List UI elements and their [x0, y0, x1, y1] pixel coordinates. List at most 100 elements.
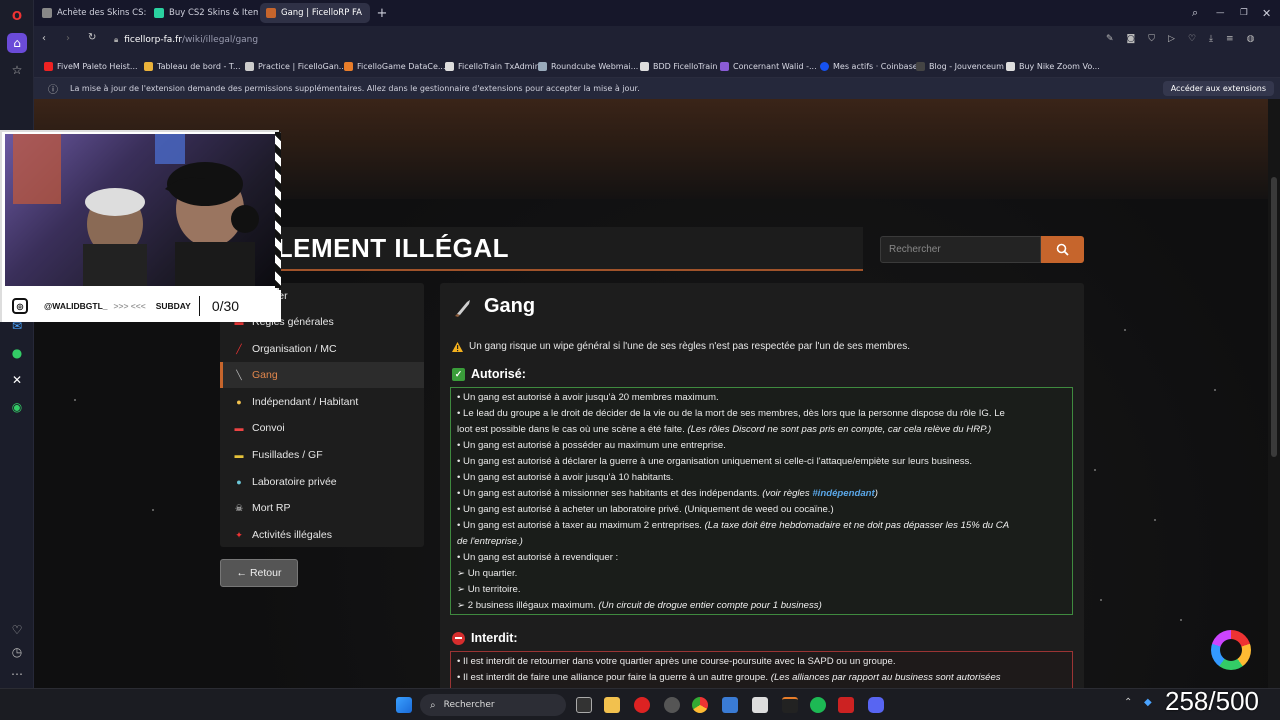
bookmark-label: Practice | FicelloGan... — [258, 61, 347, 71]
sidebar-item-fusillades[interactable]: ▬ Fusillades / GF — [220, 442, 424, 468]
sidebar-item-label: Convoi — [252, 422, 285, 434]
sidebar-item-mort-rp[interactable]: ☠ Mort RP — [220, 495, 424, 521]
heart-outline-icon[interactable]: ♡ — [1188, 34, 1196, 44]
history-icon[interactable]: ◷ — [7, 642, 27, 662]
spotify-icon[interactable]: ◉ — [7, 397, 27, 417]
allowed-rule-line: • Un gang est autorisé à déclarer la gue… — [457, 454, 1066, 470]
rule-note: de l'entreprise.) — [457, 536, 523, 547]
app-icon[interactable] — [838, 697, 854, 713]
app-icon[interactable] — [752, 697, 768, 713]
streamers-image — [13, 134, 259, 286]
bookmark-item[interactable]: Practice | FicelloGan... — [245, 59, 346, 73]
rule-link[interactable]: #indépendant — [812, 488, 874, 499]
back-nav-icon[interactable]: ‹ — [42, 33, 46, 44]
bookmark-item[interactable]: Roundcube Webmai... — [538, 59, 638, 73]
close-window-icon[interactable]: ✕ — [1256, 3, 1276, 23]
rule-note: (Les alliances par rapport au business s… — [770, 672, 1001, 683]
bookmark-item[interactable]: Mes actifs · Coinbase — [820, 59, 918, 73]
tab-gang-ficellorp[interactable]: Gang | FicelloRP FA × — [260, 3, 370, 23]
follower-counter: 258/500 — [1165, 686, 1259, 716]
rule-text: • Un gang est autorisé à déclarer la gue… — [457, 456, 973, 467]
file-explorer-icon[interactable] — [604, 697, 620, 713]
page-scrollbar[interactable] — [1268, 99, 1280, 688]
discord-icon[interactable] — [868, 697, 884, 713]
forbidden-section-title: Interdit: — [452, 631, 518, 645]
heart-icon[interactable]: ♡ — [7, 620, 27, 640]
bookmark-label: Buy Nike Zoom Vo... — [1019, 61, 1100, 71]
rule-text: ➢ Un quartier. — [457, 568, 518, 579]
sidebar-item-laboratoire[interactable]: ● Laboratoire privée — [220, 469, 424, 495]
webcam-handle: @WALIDBGTL_ — [44, 301, 108, 311]
restore-icon[interactable]: ❐ — [1234, 3, 1254, 23]
sidebar-item-label: Mort RP — [252, 502, 291, 514]
search-button[interactable] — [1041, 236, 1084, 263]
page-title: GLEMENT ILLÉGAL — [256, 233, 510, 263]
back-button[interactable]: ← Retour — [220, 559, 298, 587]
x-icon[interactable]: ✕ — [7, 370, 27, 390]
rule-note: (Un circuit de drogue entier compte pour… — [598, 600, 822, 611]
menu-icon[interactable]: ≡ — [1226, 34, 1234, 44]
windows-start-icon[interactable] — [396, 697, 412, 713]
search-tabs-icon[interactable]: ⌕ — [1186, 3, 1206, 23]
allowed-rule-line: • Un gang est autorisé à avoir jusqu'à 1… — [457, 470, 1066, 486]
download-icon[interactable]: ⤓ — [1209, 34, 1213, 44]
app-icon[interactable] — [722, 697, 738, 713]
sidebar-item-activites-illegales[interactable]: ✦ Activités illégales — [220, 522, 424, 548]
bookmark-item[interactable]: FiveM Paleto Heist... — [44, 59, 138, 73]
sidebar-item-label: Fusillades / GF — [252, 449, 323, 461]
tab-skins-csgo[interactable]: Achète des Skins CS:GO/C — [36, 3, 146, 23]
obs-icon[interactable] — [664, 697, 680, 713]
home-icon[interactable]: ⌂ — [7, 33, 27, 53]
camera-icon[interactable]: ◙ — [1127, 34, 1136, 44]
forbidden-rule-line: • Il est interdit de faire une alliance … — [457, 670, 1066, 686]
tab-cs2-skins[interactable]: Buy CS2 Skins & Items Sk — [148, 3, 258, 23]
reload-icon[interactable]: ↻ — [88, 32, 96, 43]
sidebar-item-convoi[interactable]: ▬ Convoi — [220, 415, 424, 441]
sidebar-item-gang[interactable]: ╲ Gang — [220, 362, 424, 388]
tray-app-icon[interactable]: ◆ — [1144, 697, 1152, 708]
sidebar-item-independant[interactable]: ● Indépendant / Habitant — [220, 389, 424, 415]
opera-logo-icon[interactable]: O — [7, 6, 27, 26]
tray-chevron-icon[interactable]: ⌃ — [1124, 697, 1132, 708]
bookmark-item[interactable]: FicelloTrain TxAdmin — [445, 59, 540, 73]
info-icon: ⓘ — [48, 85, 58, 96]
webcam-video — [5, 134, 278, 286]
whatsapp-icon[interactable]: ● — [7, 343, 27, 363]
shield-icon[interactable]: ⛉ — [1148, 34, 1155, 44]
more-icon[interactable]: ⋯ — [7, 664, 27, 684]
spotify-taskbar-icon[interactable] — [810, 697, 826, 713]
opera-taskbar-icon[interactable] — [634, 697, 650, 713]
bookmark-item[interactable]: FicelloGame DataCe... — [344, 59, 446, 73]
bookmark-item[interactable]: Tableau de bord - T... — [144, 59, 240, 73]
play-icon[interactable]: ▷ — [1168, 34, 1175, 44]
sidebar-item-organisation-mc[interactable]: ╱ Organisation / MC — [220, 336, 424, 362]
allowed-rule-line: • Un gang est autorisé à avoir jusqu'à 2… — [457, 390, 1066, 406]
bookmark-item[interactable]: Buy Nike Zoom Vo... — [1006, 59, 1100, 73]
minimize-icon[interactable]: — — [1210, 3, 1230, 23]
scrollbar-thumb[interactable] — [1271, 177, 1277, 457]
warning-line: Un gang risque un wipe général si l'une … — [452, 341, 910, 352]
no-entry-icon — [452, 631, 465, 645]
url-field[interactable]: 🔒︎ ficellorp-fa.fr/wiki/illegal/gang — [104, 30, 1134, 50]
allowed-rule-line: • Un gang est autorisé à posséder au max… — [457, 438, 1066, 454]
new-tab-button[interactable]: + — [372, 3, 392, 23]
tab-label: Achète des Skins CS:GO/C — [57, 8, 146, 18]
bookmark-item[interactable]: Concernant Walid -... — [720, 59, 817, 73]
bookmark-item[interactable]: Blog - Jouvenceum — [916, 59, 1004, 73]
warning-text: Un gang risque un wipe général si l'une … — [469, 341, 910, 352]
rule-text: • Il est interdit de faire une alliance … — [457, 672, 771, 683]
taskbar-search[interactable]: ⌕ Rechercher — [420, 694, 566, 716]
extensions-button[interactable]: Accéder aux extensions — [1162, 81, 1274, 96]
edit-icon[interactable]: ✎ — [1106, 34, 1114, 44]
bookmark-label: Concernant Walid -... — [733, 61, 817, 71]
chrome-icon[interactable] — [692, 697, 708, 713]
wiki-sidebar-nav: ▪Dossier ▬Règles générales ╱Organisation… — [220, 283, 424, 547]
search-input[interactable] — [880, 236, 1041, 263]
bookmark-item[interactable]: BDD FicelloTrain — [640, 59, 717, 73]
nike-icon — [1006, 61, 1015, 71]
forward-nav-icon[interactable]: › — [66, 33, 70, 44]
star-icon[interactable]: ☆ — [7, 60, 27, 80]
account-icon[interactable]: ◍ — [1247, 34, 1255, 44]
task-view-icon[interactable] — [576, 697, 592, 713]
app-icon[interactable] — [782, 697, 798, 713]
